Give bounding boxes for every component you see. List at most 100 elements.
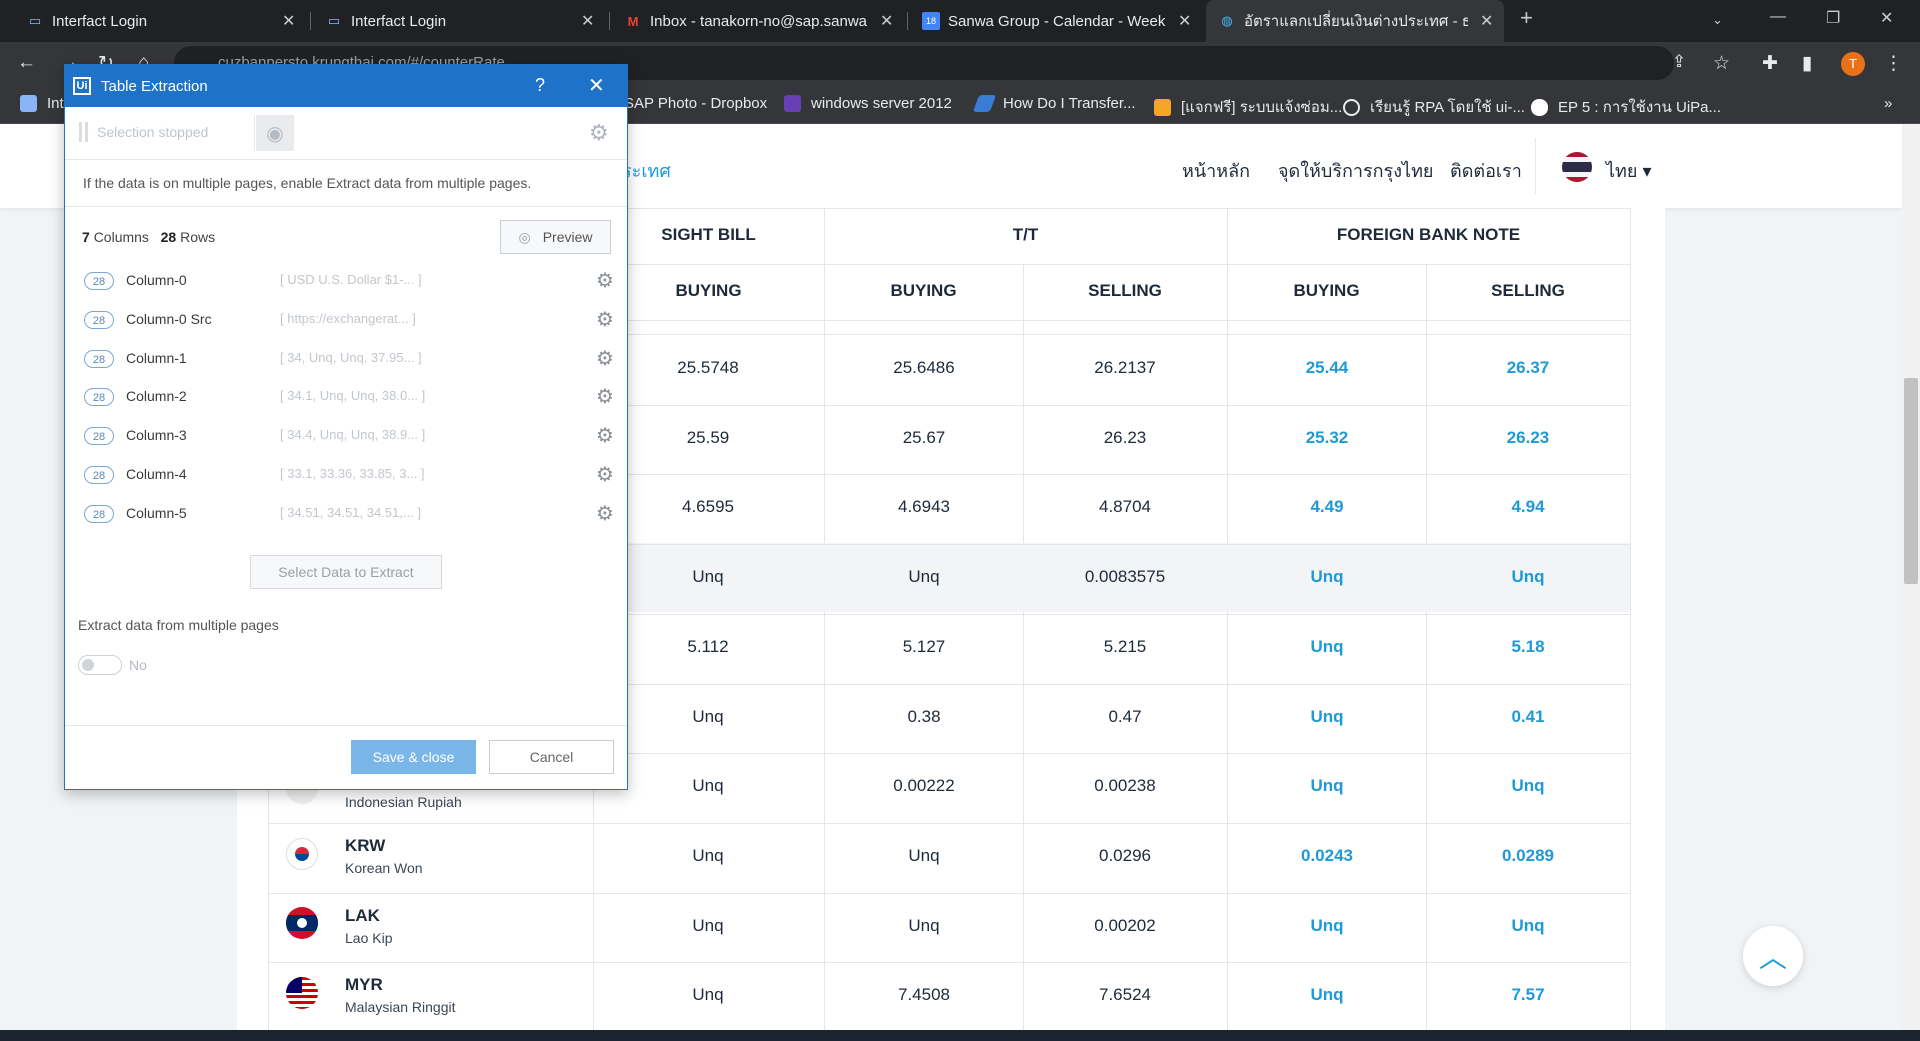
- help-icon[interactable]: ?: [535, 75, 545, 96]
- column-name: Column-1: [126, 349, 187, 366]
- eye-icon: ◉: [266, 122, 284, 145]
- table-cell: 0.00238: [1094, 776, 1156, 795]
- profile-avatar[interactable]: T: [1841, 52, 1865, 76]
- chevron-up-icon: ︿: [1758, 942, 1787, 973]
- header-foreign-bank-note: FOREIGN BANK NOTE: [1336, 225, 1521, 244]
- language-dropdown[interactable]: ไทย ▾: [1606, 156, 1652, 185]
- columns-label: Columns: [93, 229, 149, 245]
- browser-tab[interactable]: ▭ Interfact Login ✕: [26, 0, 296, 42]
- gmail-icon: M: [627, 13, 639, 29]
- preview-button[interactable]: ◎ Preview: [500, 220, 611, 254]
- bookmark-item[interactable]: เรียนรู้ RPA โดยใช้ ui-...: [1343, 95, 1525, 119]
- multi-pages-toggle[interactable]: [78, 655, 122, 675]
- column-name: Column-5: [126, 504, 187, 521]
- new-tab-button[interactable]: +: [1520, 5, 1533, 31]
- column-row: 28 Column-4 [ 33.1, 33.36, 33.85, 3... ] ⚙: [84, 464, 614, 488]
- table-cell: 7.57: [1511, 985, 1545, 1004]
- header-tt: T/T: [1012, 225, 1039, 244]
- column-settings-icon[interactable]: ⚙: [596, 501, 614, 526]
- bookmark-item[interactable]: EP 5 : การใช้งาน UiPa...: [1531, 95, 1721, 119]
- bookmark-item[interactable]: SAP Photo - Dropbox: [624, 95, 767, 112]
- extensions-icon[interactable]: ✚: [1762, 52, 1778, 75]
- select-data-button[interactable]: Select Data to Extract: [250, 555, 442, 589]
- bookmark-star-icon[interactable]: ☆: [1713, 52, 1730, 75]
- table-cell: 25.59: [686, 428, 730, 447]
- table-cell: Unq: [908, 567, 940, 586]
- calendar-icon: 18: [922, 12, 940, 30]
- table-cell: Unq: [908, 846, 940, 865]
- close-tab-icon[interactable]: ✕: [282, 11, 295, 31]
- thai-flag-icon[interactable]: [1562, 152, 1592, 182]
- cancel-button[interactable]: Cancel: [489, 740, 614, 774]
- tab-title: Sanwa Group - Calendar - Week: [948, 12, 1166, 30]
- table-cell: 0.0243: [1301, 846, 1353, 865]
- close-tab-icon[interactable]: ✕: [1480, 11, 1493, 31]
- table-cell: Unq: [692, 985, 724, 1004]
- close-tab-icon[interactable]: ✕: [1178, 11, 1191, 31]
- currency-code: LAK: [345, 906, 380, 925]
- nav-home-link[interactable]: หน้าหลัก: [1182, 156, 1250, 185]
- column-settings-icon[interactable]: ⚙: [596, 462, 614, 487]
- column-settings-icon[interactable]: ⚙: [596, 346, 614, 371]
- close-dialog-icon[interactable]: ✕: [588, 73, 605, 98]
- highlight-toggle-button[interactable]: ◉: [256, 115, 294, 151]
- side-panel-icon[interactable]: ▮: [1802, 52, 1812, 75]
- back-icon[interactable]: ←: [17, 52, 36, 74]
- browser-tab[interactable]: M Inbox - tanakorn-no@sap.sanwa ✕: [624, 0, 894, 42]
- wordpress-icon: [1343, 98, 1360, 116]
- currency-name: Korean Won: [345, 860, 423, 876]
- scrollbar-thumb[interactable]: [1904, 378, 1918, 584]
- subheader-selling: SELLING: [1088, 281, 1162, 300]
- table-cell: 26.2137: [1094, 358, 1156, 377]
- row-count-badge: 28: [84, 504, 114, 523]
- bookmark-item[interactable]: How Do I Transfer...: [972, 95, 1136, 112]
- bookmark-item[interactable]: windows server 2012: [784, 95, 952, 112]
- nav-branches-link[interactable]: จุดให้บริการกรุงไทย: [1278, 156, 1433, 185]
- column-settings-icon[interactable]: ⚙: [596, 384, 614, 409]
- lak-flag-icon: [286, 907, 318, 939]
- table-cell: Unq: [692, 916, 724, 935]
- tab-title: Interfact Login: [52, 12, 148, 30]
- table-cell: 4.8704: [1099, 497, 1151, 516]
- currency-name: Indonesian Rupiah: [345, 794, 462, 810]
- browser-tab-active[interactable]: ◍ อัตราแลกเปลี่ยนเงินต่างประเทศ - ธนาค ✕: [1206, 0, 1504, 42]
- table-cell: 5.127: [902, 637, 946, 656]
- column-name: Column-3: [126, 427, 187, 444]
- table-cell: 4.6943: [898, 497, 950, 516]
- settings-gear-icon[interactable]: ⚙: [589, 120, 609, 146]
- column-name: Column-0 Src: [126, 310, 212, 327]
- bookmark-item[interactable]: Int: [20, 95, 64, 112]
- browser-tab[interactable]: ▭ Interfact Login ✕: [325, 0, 595, 42]
- save-close-button[interactable]: Save & close: [351, 740, 476, 774]
- scroll-to-top-button[interactable]: ︿: [1743, 926, 1803, 986]
- dialog-title-bar[interactable]: Ui Table Extraction ? ✕: [65, 65, 627, 107]
- bookmark-item[interactable]: [แจกฟรี] ระบบแจ้งซ่อม...: [1154, 95, 1342, 119]
- column-settings-icon[interactable]: ⚙: [596, 268, 614, 293]
- column-settings-icon[interactable]: ⚙: [596, 307, 614, 332]
- browser-tab[interactable]: 18 Sanwa Group - Calendar - Week ✕: [922, 0, 1192, 42]
- table-cell: Unq: [692, 846, 724, 865]
- share-icon[interactable]: ⇪: [1672, 52, 1686, 72]
- column-preview: [ 34.1, Unq, Unq, 38.0... ]: [280, 388, 426, 404]
- table-cell: 7.6524: [1099, 985, 1151, 1004]
- tab-search-icon[interactable]: ⌄: [1712, 12, 1723, 28]
- subheader-buying: BUYING: [1293, 281, 1360, 300]
- more-bookmarks-icon[interactable]: »: [1884, 95, 1892, 112]
- table-cell: 25.44: [1305, 358, 1349, 377]
- column-settings-icon[interactable]: ⚙: [596, 423, 614, 448]
- nav-contact-link[interactable]: ติดต่อเรา: [1450, 156, 1522, 185]
- close-window-button[interactable]: ✕: [1880, 8, 1893, 28]
- menu-icon[interactable]: ⋮: [1884, 52, 1903, 75]
- minimize-button[interactable]: —: [1770, 8, 1786, 26]
- pause-icon: [79, 122, 88, 142]
- close-tab-icon[interactable]: ✕: [880, 11, 893, 31]
- table-cell: Unq: [1310, 916, 1344, 935]
- restore-button[interactable]: ❐: [1826, 8, 1840, 28]
- monitor-icon: ▭: [28, 13, 42, 28]
- column-preview: [ 33.1, 33.36, 33.85, 3... ]: [280, 466, 425, 481]
- table-cell: Unq: [1310, 637, 1344, 656]
- globe-icon: ◍: [1221, 13, 1233, 28]
- table-cell: 4.49: [1310, 497, 1344, 516]
- close-tab-icon[interactable]: ✕: [581, 11, 594, 31]
- table-cell: 26.23: [1506, 428, 1550, 447]
